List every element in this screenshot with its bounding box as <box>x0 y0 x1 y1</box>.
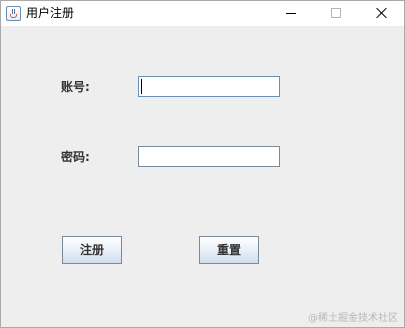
watermark: @稀土掘金技术社区 <box>308 313 398 324</box>
window-title: 用户注册 <box>26 6 75 20</box>
text-caret <box>141 79 142 94</box>
close-icon <box>376 7 388 19</box>
minimize-icon <box>286 13 296 14</box>
register-button[interactable]: 注册 <box>62 236 122 264</box>
reset-button[interactable]: 重置 <box>199 236 259 264</box>
close-button[interactable] <box>359 1 404 26</box>
java-cup-icon[interactable] <box>6 6 21 21</box>
account-field[interactable] <box>138 76 280 97</box>
minimize-button[interactable] <box>269 1 314 26</box>
registration-window: 用户注册 账号: 密码: 注册 重置 @稀土掘金技术社区 <box>0 0 405 328</box>
password-field[interactable] <box>138 146 280 167</box>
maximize-button[interactable] <box>314 1 359 26</box>
account-label: 账号: <box>61 80 90 94</box>
title-bar[interactable]: 用户注册 <box>1 1 404 26</box>
password-label: 密码: <box>61 150 90 164</box>
maximize-icon <box>331 8 341 18</box>
cup-icon-part <box>10 14 17 18</box>
